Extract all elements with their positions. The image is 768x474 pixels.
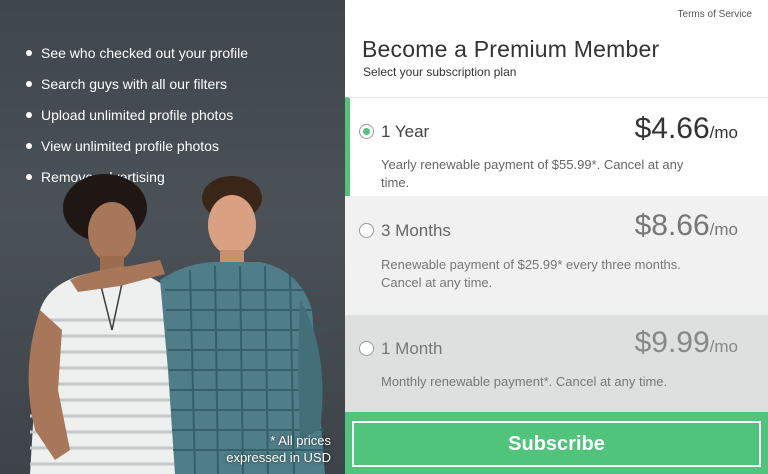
feature-item: Search guys with all our filters xyxy=(26,69,248,100)
promo-panel: See who checked out your profile Search … xyxy=(0,0,345,474)
plan-name: 1 Year xyxy=(381,122,430,141)
bullet-icon xyxy=(26,81,32,88)
bullet-icon xyxy=(26,111,32,118)
price-period: /mo xyxy=(709,337,738,356)
plan-name: 1 Month xyxy=(381,339,443,358)
footnote-line: * All prices xyxy=(270,433,331,448)
plan-price: $9.99/mo xyxy=(635,326,738,360)
plan-description-line: Monthly renewable payment*. Cancel at an… xyxy=(381,374,668,389)
plan-name: 3 Months xyxy=(381,221,451,240)
plan-description: Yearly renewable payment of $55.99*. Can… xyxy=(381,156,711,192)
subscription-panel: Terms of Service Become a Premium Member… xyxy=(345,0,768,474)
feature-item: Upload unlimited profile photos xyxy=(26,100,248,131)
feature-list: See who checked out your profile Search … xyxy=(26,38,248,192)
price-period: /mo xyxy=(709,123,738,142)
plan-option-1-year[interactable]: 1 Year $4.66/mo Yearly renewable payment… xyxy=(345,97,768,196)
bullet-icon xyxy=(26,142,32,149)
page-title: Become a Premium Member xyxy=(362,36,660,62)
price-amount: $8.66 xyxy=(634,209,710,242)
feature-item: View unlimited profile photos xyxy=(26,130,248,161)
plan-price: $4.66/mo xyxy=(635,112,738,146)
price-amount: $4.66 xyxy=(634,112,710,145)
page-subtitle: Select your subscription plan xyxy=(363,65,517,79)
plan-description-line: Cancel at any time. xyxy=(381,275,493,290)
feature-label: View unlimited profile photos xyxy=(41,137,219,154)
price-amount: $9.99 xyxy=(634,326,710,359)
person-right-illustration xyxy=(160,176,325,474)
subscribe-bar: Subscribe xyxy=(345,412,768,474)
radio-dot xyxy=(363,128,370,135)
radio-checked-icon[interactable] xyxy=(359,124,374,139)
plan-price: $8.66/mo xyxy=(635,209,738,243)
plan-description: Renewable payment of $25.99* every three… xyxy=(381,256,711,292)
feature-item: See who checked out your profile xyxy=(26,38,248,69)
plan-description: Monthly renewable payment*. Cancel at an… xyxy=(381,373,711,391)
plan-description-line: Renewable payment of $25.99* every three… xyxy=(381,257,681,272)
price-period: /mo xyxy=(709,220,738,239)
price-footnote: * All prices expressed in USD xyxy=(226,432,331,466)
plan-description-line: Yearly renewable payment of $55.99*. Can… xyxy=(381,157,684,190)
radio-empty-icon[interactable] xyxy=(359,341,374,356)
subscribe-button[interactable]: Subscribe xyxy=(352,421,761,467)
footnote-line: expressed in USD xyxy=(226,450,331,465)
bullet-icon xyxy=(26,50,32,57)
terms-of-service-link[interactable]: Terms of Service xyxy=(678,9,752,20)
feature-label: See who checked out your profile xyxy=(41,45,249,62)
plan-option-3-months[interactable]: 3 Months $8.66/mo Renewable payment of $… xyxy=(345,196,768,315)
plan-option-1-month[interactable]: 1 Month $9.99/mo Monthly renewable payme… xyxy=(345,315,768,412)
radio-empty-icon[interactable] xyxy=(359,223,374,238)
feature-label: Search guys with all our filters xyxy=(41,76,227,93)
hero-photo xyxy=(28,174,325,474)
feature-label: Upload unlimited profile photos xyxy=(41,106,234,123)
